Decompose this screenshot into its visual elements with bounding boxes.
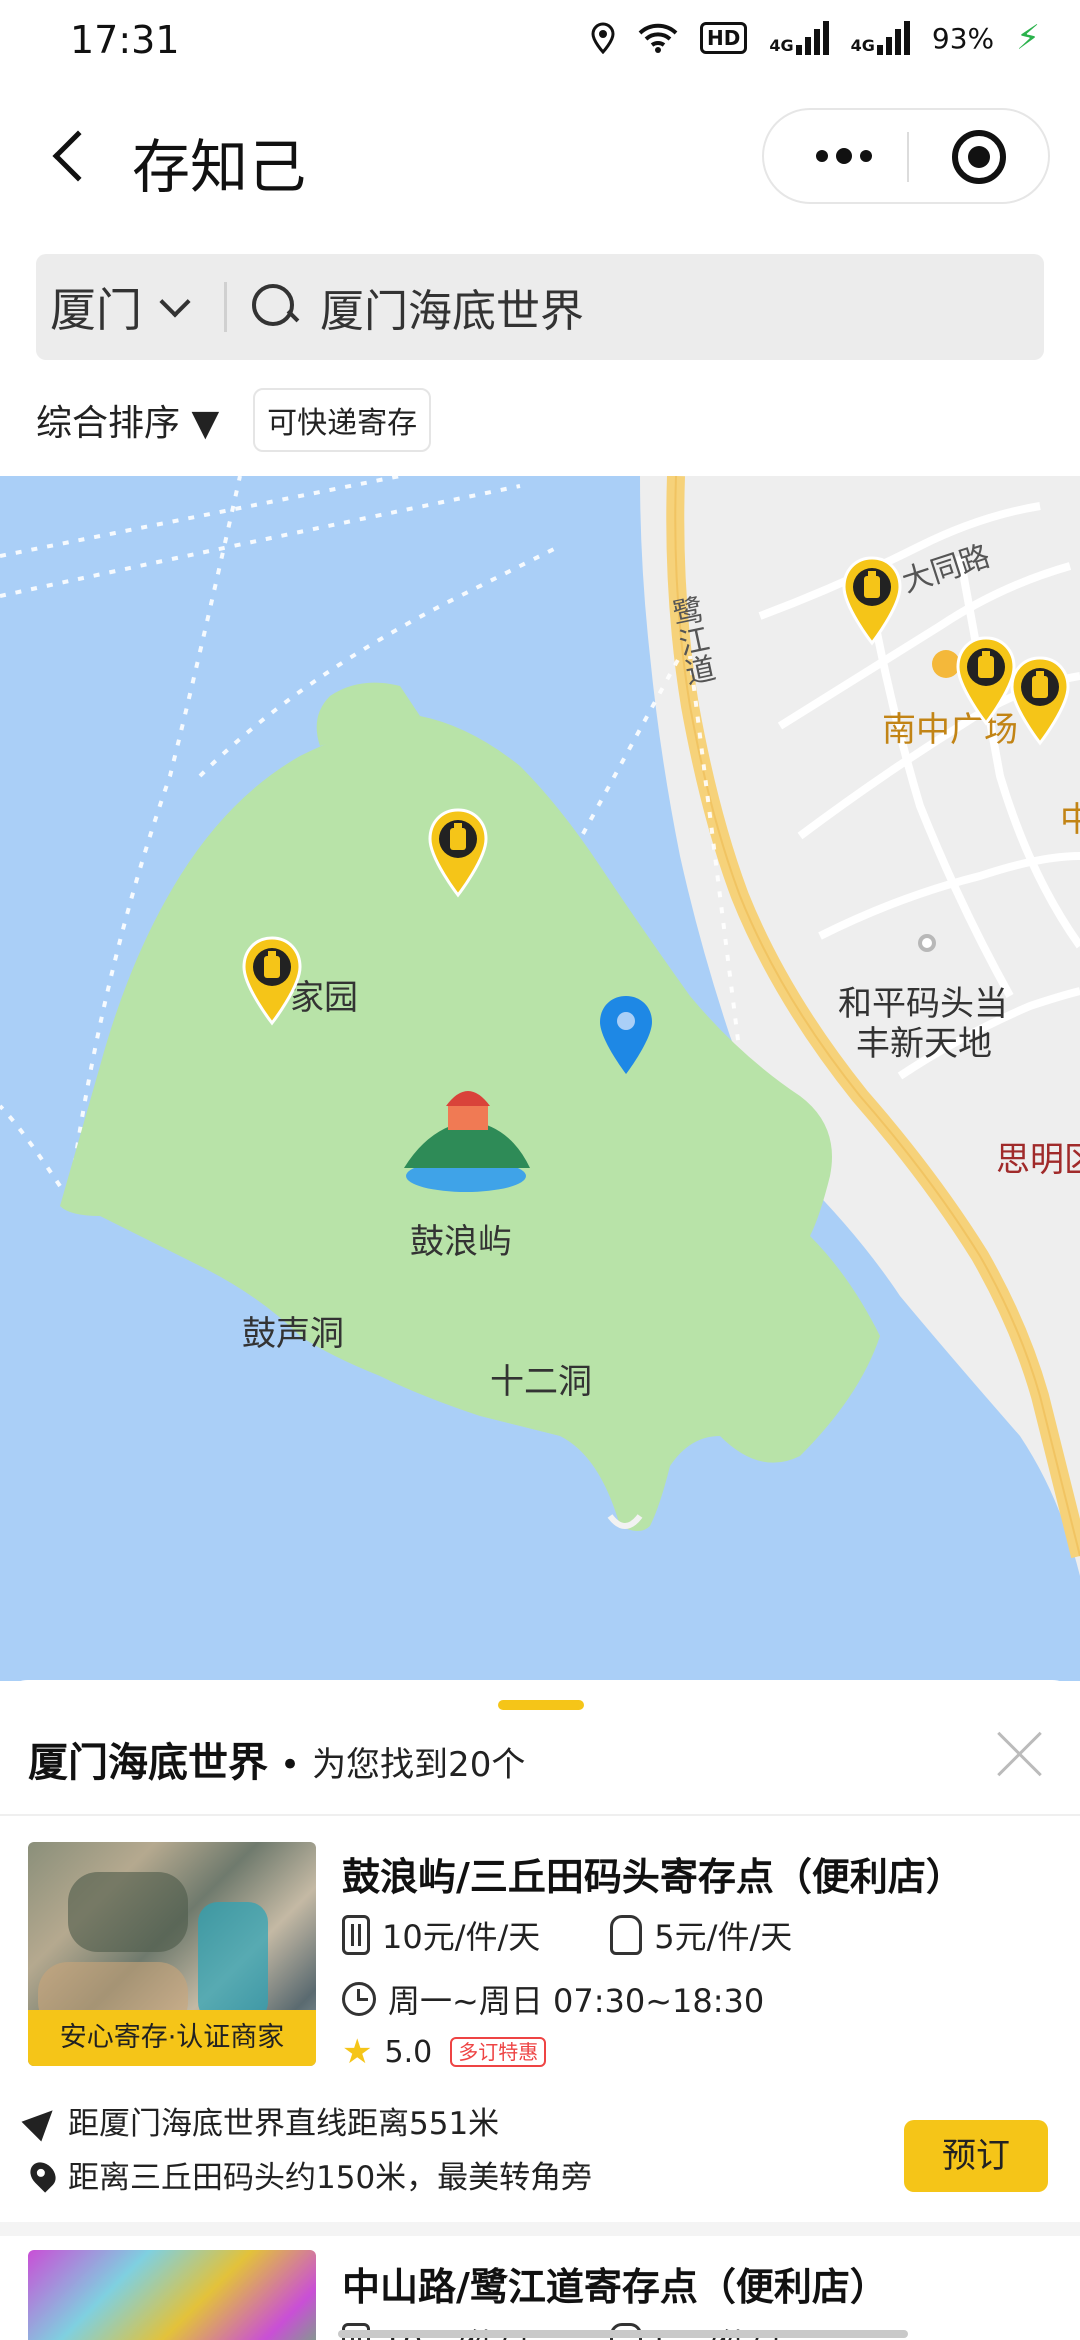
mini-program-capsule bbox=[762, 108, 1050, 204]
map-label-zhong: 中 bbox=[1060, 800, 1080, 840]
status-icons: HD 4G 4G 93% ⚡ bbox=[590, 18, 1040, 58]
book-button[interactable]: 预订 bbox=[904, 2120, 1048, 2192]
search-icon bbox=[252, 284, 298, 330]
map-view[interactable]: 鼓浪屿 鼓声洞 十二洞 家园 鹭江道 大同路 南中广场 和平码头当 丰新天地 思… bbox=[0, 476, 1080, 1681]
map-label-gusheng-cave: 鼓声洞 bbox=[242, 1314, 344, 1354]
storage-pin-icon[interactable] bbox=[240, 936, 304, 1026]
price-row: 10元/件/天 5元/件/天 bbox=[342, 1912, 792, 1958]
backpack-icon bbox=[610, 1915, 643, 1955]
status-bar: 17:31 HD 4G 4G 93% ⚡ bbox=[0, 0, 1080, 80]
close-icon[interactable] bbox=[990, 1724, 1050, 1784]
search-divider bbox=[224, 282, 227, 332]
results-separator: • bbox=[280, 1745, 301, 1785]
map-label-island: 鼓浪屿 bbox=[410, 1222, 512, 1262]
price-luggage: 10元/件/天 bbox=[382, 1918, 541, 1956]
promo-badge: 多订特惠 bbox=[450, 2037, 547, 2067]
signal-4g-icon: 4G bbox=[769, 21, 829, 55]
chevron-down-icon bbox=[159, 286, 191, 318]
store-name: 中山路/鹭江道寄存点（便利店） bbox=[342, 2265, 888, 2309]
divider bbox=[0, 1814, 1080, 1816]
city-label: 厦门 bbox=[50, 283, 142, 337]
storage-pin-icon[interactable] bbox=[840, 556, 904, 646]
network-label: 4G bbox=[850, 36, 875, 55]
location-icon bbox=[591, 22, 615, 54]
suitcase-icon bbox=[342, 1915, 370, 1955]
hours-row: 周一~周日 07:30~18:30 bbox=[342, 1976, 764, 2022]
results-header: 厦门海底世界 • 为您找到20个 bbox=[28, 1730, 525, 1788]
storage-pin-icon[interactable] bbox=[426, 808, 490, 898]
scrollbar[interactable] bbox=[338, 2330, 908, 2338]
hd-icon: HD bbox=[700, 22, 748, 54]
map-label-siming: 思明区 bbox=[996, 1140, 1080, 1180]
certified-badge: 安心寄存·认证商家 bbox=[28, 2010, 316, 2066]
target-location-icon[interactable] bbox=[594, 992, 658, 1082]
network-label: 4G bbox=[769, 36, 794, 55]
nav-bar: 存知己 bbox=[0, 100, 1080, 220]
navigation-arrow-icon bbox=[21, 2099, 63, 2142]
page-title: 存知己 bbox=[132, 133, 307, 201]
map-label-fengxin: 丰新天地 bbox=[856, 1024, 992, 1064]
map-canvas bbox=[0, 476, 1080, 1576]
sheet-drag-handle[interactable] bbox=[498, 1700, 584, 1710]
storage-pin-icon[interactable] bbox=[1008, 656, 1072, 746]
opening-hours: 周一~周日 07:30~18:30 bbox=[388, 1982, 765, 2020]
location-pin-icon bbox=[25, 2156, 61, 2193]
search-bar: 厦门 bbox=[36, 254, 1044, 360]
wifi-icon bbox=[638, 23, 678, 53]
express-storage-filter[interactable]: 可快递寄存 bbox=[253, 388, 432, 452]
location-hint-line: 距离三丘田码头约150米，最美转角旁 bbox=[25, 2152, 593, 2197]
store-thumbnail bbox=[28, 2250, 316, 2340]
distance-text: 距厦门海底世界直线距离551米 bbox=[68, 2106, 500, 2142]
poi-dot-icon bbox=[918, 934, 936, 952]
close-mini-program-icon[interactable] bbox=[952, 130, 1006, 184]
battery-level: 93% bbox=[931, 21, 995, 55]
map-label-twelve-caves: 十二洞 bbox=[490, 1362, 592, 1402]
signal-4g-icon: 4G bbox=[851, 21, 910, 55]
location-hint: 距离三丘田码头约150米，最美转角旁 bbox=[68, 2160, 593, 2196]
store-name: 鼓浪屿/三丘田码头寄存点（便利店） bbox=[342, 1855, 964, 1899]
rating-value: 5.0 bbox=[384, 2034, 433, 2070]
charging-icon: ⚡ bbox=[1016, 18, 1040, 58]
capsule-divider bbox=[907, 132, 909, 182]
store-card[interactable]: 安心寄存·认证商家 鼓浪屿/三丘田码头寄存点（便利店） 10元/件/天 5元/件… bbox=[0, 1842, 1080, 2222]
card-separator bbox=[0, 2222, 1080, 2236]
store-card[interactable]: 中山路/鹭江道寄存点（便利店） 10元/件/天 5元/件/天 bbox=[0, 2250, 1080, 2340]
status-time: 17:31 bbox=[70, 18, 180, 62]
rating-row: ★ 5.0 多订特惠 bbox=[342, 2032, 547, 2072]
sort-dropdown[interactable]: 综合排序 ▼ bbox=[36, 394, 219, 446]
more-icon[interactable] bbox=[804, 110, 884, 202]
clock-icon bbox=[342, 1982, 376, 2016]
results-query: 厦门海底世界 bbox=[28, 1740, 268, 1786]
filter-row: 综合排序 ▼ 可快递寄存 bbox=[36, 388, 432, 452]
distance-line: 距厦门海底世界直线距离551米 bbox=[21, 2098, 500, 2143]
results-count: 为您找到20个 bbox=[312, 1745, 526, 1785]
price-bag: 5元/件/天 bbox=[654, 1918, 793, 1956]
star-icon: ★ bbox=[342, 2032, 373, 2072]
search-input[interactable] bbox=[320, 276, 1020, 338]
back-icon[interactable] bbox=[40, 122, 104, 192]
city-selector[interactable]: 厦门 bbox=[50, 254, 191, 360]
